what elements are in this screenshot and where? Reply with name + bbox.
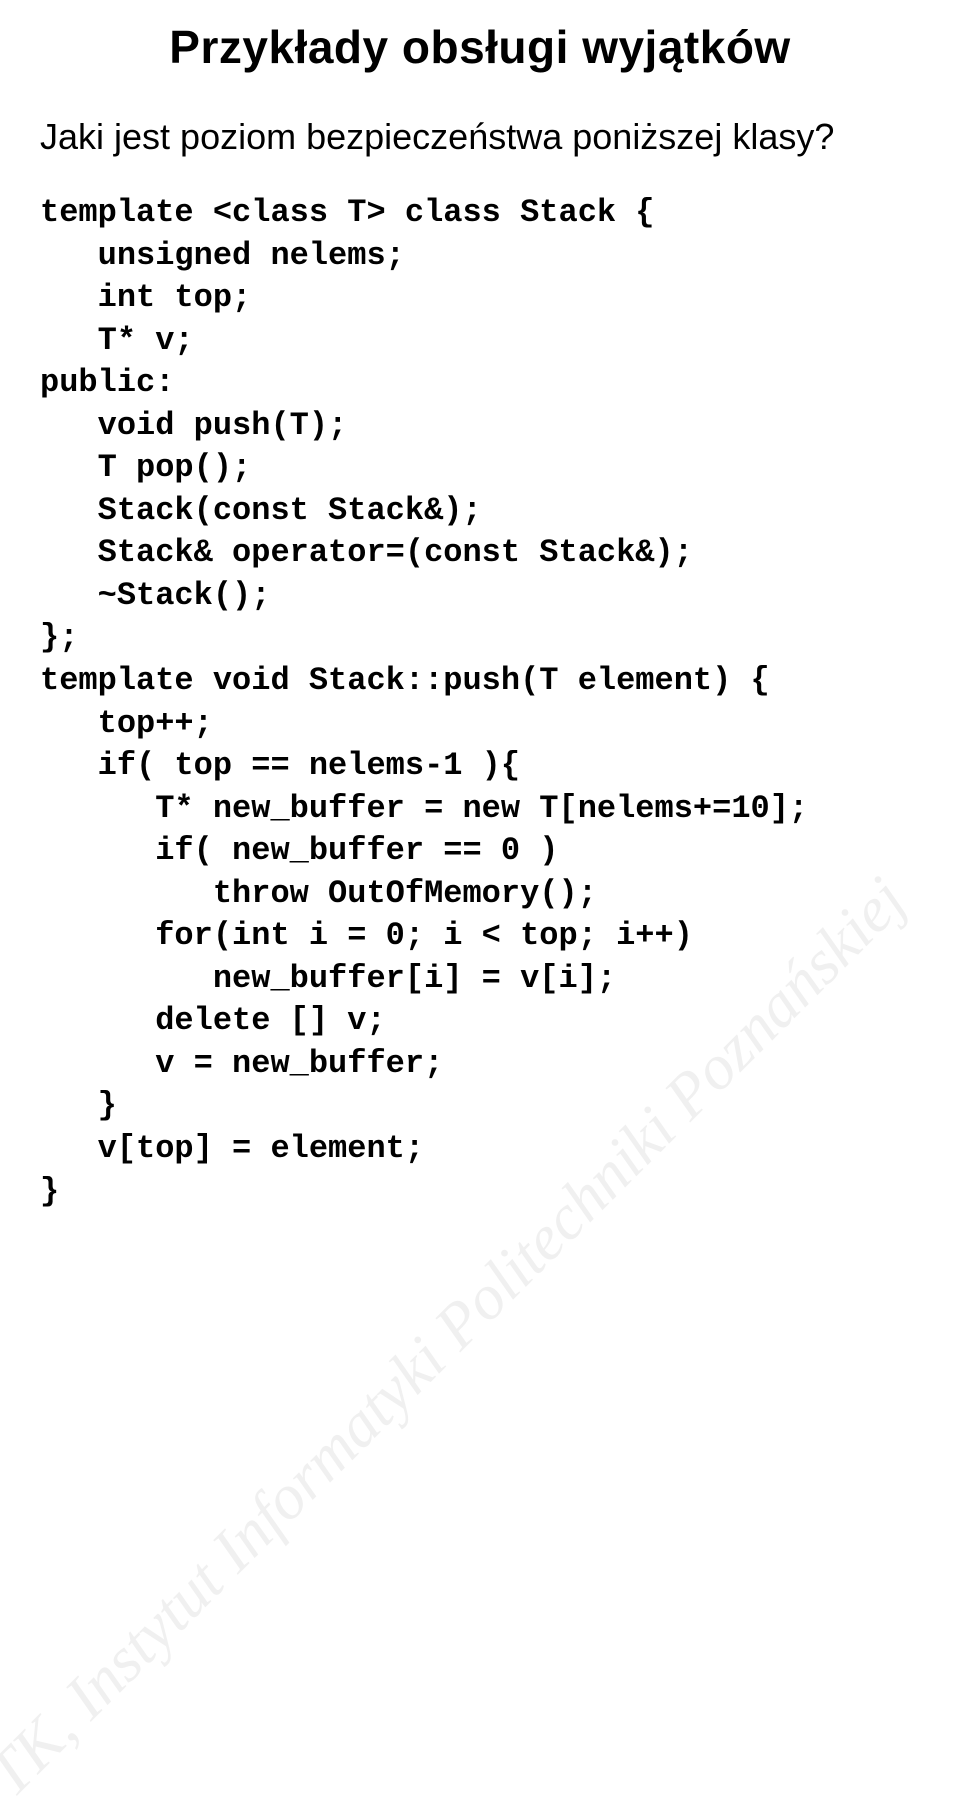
code-block: template <class T> class Stack { unsigne… (40, 192, 920, 1213)
page-title: Przykłady obsługi wyjątków (40, 20, 920, 74)
subtitle-text: Jaki jest poziom bezpieczeństwa poniższe… (40, 116, 920, 158)
